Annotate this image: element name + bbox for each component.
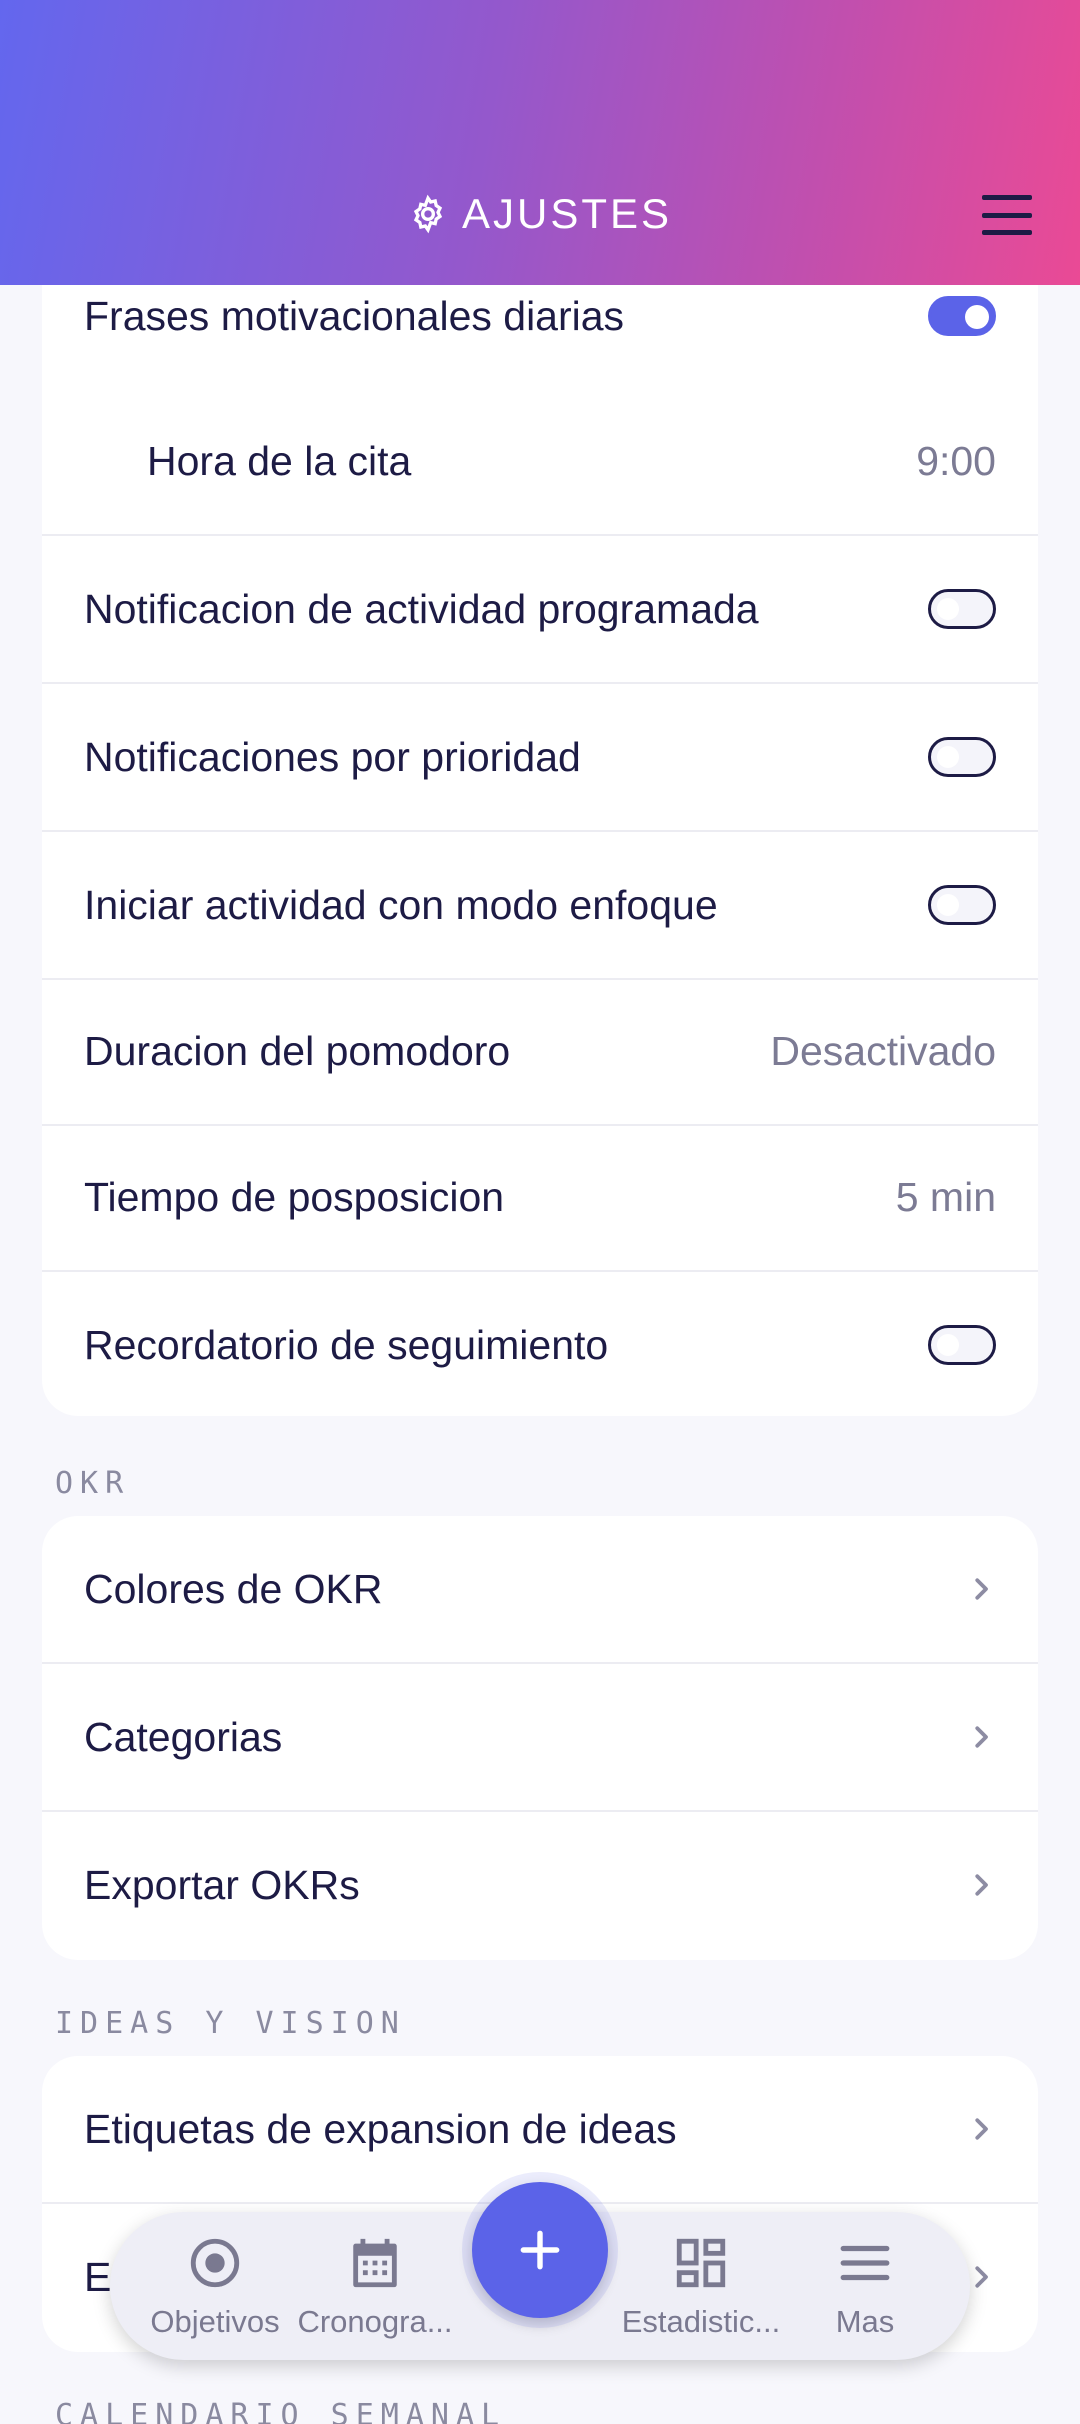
- target-icon: [190, 2238, 240, 2288]
- modo-enfoque-toggle[interactable]: [928, 885, 996, 925]
- calendar-icon: [353, 2238, 397, 2288]
- divider: [42, 978, 1038, 980]
- app-header: AJUSTES: [0, 0, 1080, 285]
- setting-row-pomodoro[interactable]: Duracion del pomodoro Desactivado: [42, 1010, 1038, 1092]
- setting-label: Frases motivacionales diarias: [84, 292, 625, 339]
- divider: [42, 1662, 1038, 1664]
- nav-label: Estadistic...: [621, 2304, 781, 2339]
- setting-label: Recordatorio de seguimiento: [84, 1321, 609, 1368]
- setting-row-modo-enfoque[interactable]: Iniciar actividad con modo enfoque: [42, 864, 1038, 946]
- nav-estadisticas[interactable]: Estadistic...: [616, 2234, 786, 2340]
- nav-label: Objetivos: [150, 2304, 280, 2339]
- divider: [42, 1810, 1038, 1812]
- ideas-item-label: E: [84, 2253, 112, 2300]
- setting-label: Notificacion de actividad programada: [84, 585, 759, 632]
- divider: [42, 534, 1038, 536]
- setting-row-prioridad[interactable]: Notificaciones por prioridad: [42, 716, 1038, 798]
- page-title-text: AJUSTES: [461, 190, 673, 237]
- divider: [42, 830, 1038, 832]
- setting-value: 5 min: [895, 1173, 996, 1220]
- setting-label: Notificaciones por prioridad: [84, 733, 581, 780]
- setting-row-hora[interactable]: Hora de la cita 9:00: [42, 420, 1038, 502]
- okr-item-categorias[interactable]: Categorias: [42, 1696, 1038, 1778]
- ideas-item-etiquetas[interactable]: Etiquetas de expansion de ideas: [42, 2088, 1038, 2170]
- setting-row-frases[interactable]: Frases motivacionales diarias: [42, 280, 1038, 352]
- chevron-right-icon: [975, 1874, 988, 1896]
- setting-label: Hora de la cita: [147, 437, 412, 484]
- divider: [42, 682, 1038, 684]
- okr-item-label: Colores de OKR: [84, 1565, 383, 1612]
- hamburger-menu-icon[interactable]: [982, 195, 1032, 235]
- gear-icon: [413, 194, 443, 234]
- chevron-right-icon: [975, 2266, 988, 2288]
- chevron-right-icon: [975, 1726, 988, 1748]
- nav-objetivos[interactable]: Objetivos: [130, 2234, 300, 2340]
- dashboard-icon: [676, 2238, 726, 2288]
- menu-icon: [840, 2245, 890, 2281]
- okr-item-exportar[interactable]: Exportar OKRs: [42, 1844, 1038, 1926]
- okr-item-label: Categorias: [84, 1713, 283, 1760]
- seguimiento-toggle[interactable]: [928, 1325, 996, 1365]
- nav-mas[interactable]: Mas: [780, 2234, 950, 2340]
- chevron-right-icon: [975, 2118, 988, 2140]
- setting-label: Duracion del pomodoro: [84, 1027, 511, 1074]
- page-title: AJUSTES: [0, 190, 1080, 238]
- setting-value: Desactivado: [770, 1027, 996, 1074]
- setting-label: Iniciar actividad con modo enfoque: [84, 881, 718, 928]
- prioridad-toggle[interactable]: [928, 737, 996, 777]
- actividad-programada-toggle[interactable]: [928, 589, 996, 629]
- section-label-calendario: CALENDARIO SEMANAL: [55, 2398, 507, 2424]
- okr-item-label: Exportar OKRs: [84, 1861, 360, 1908]
- nav-cronograma[interactable]: Cronogra...: [290, 2234, 460, 2340]
- ideas-item-label: Etiquetas de expansion de ideas: [84, 2105, 677, 2152]
- nav-label: Cronogra...: [297, 2304, 453, 2339]
- divider: [42, 1124, 1038, 1126]
- frases-toggle[interactable]: [928, 296, 996, 336]
- okr-item-colores[interactable]: Colores de OKR: [42, 1548, 1038, 1630]
- setting-label: Tiempo de posposicion: [84, 1173, 505, 1220]
- add-button[interactable]: [472, 2182, 608, 2318]
- plus-icon: [520, 2230, 560, 2270]
- chevron-right-icon: [975, 1578, 988, 1600]
- nav-label: Mas: [835, 2304, 895, 2339]
- divider: [42, 1270, 1038, 1272]
- setting-row-posposicion[interactable]: Tiempo de posposicion 5 min: [42, 1156, 1038, 1238]
- section-label-okr: OKR: [55, 1466, 131, 1501]
- setting-value: 9:00: [916, 437, 996, 484]
- section-label-ideas: IDEAS Y VISION: [55, 2006, 406, 2041]
- setting-row-actividad-programada[interactable]: Notificacion de actividad programada: [42, 568, 1038, 650]
- setting-row-seguimiento[interactable]: Recordatorio de seguimiento: [42, 1304, 1038, 1386]
